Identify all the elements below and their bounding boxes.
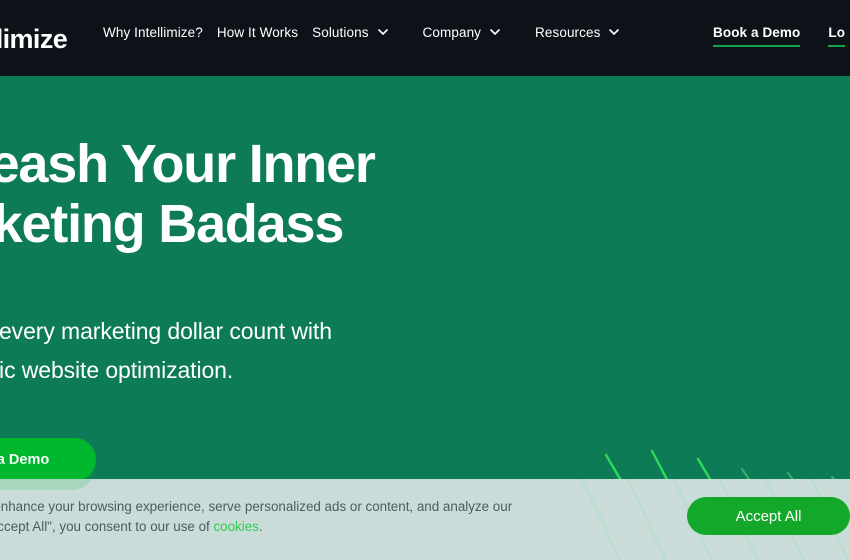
accept-all-button[interactable]: Accept All xyxy=(687,497,850,535)
cookie-text-line-1: ookies to enhance your browsing experien… xyxy=(0,499,513,514)
chevron-down-icon xyxy=(377,27,388,36)
decorative-green-streaks xyxy=(604,449,836,479)
top-navigation-bar: tellimize Why Intellimize? How It Works … xyxy=(0,0,850,76)
nav-login-link[interactable]: Lo xyxy=(828,25,846,47)
nav-item-label: Solutions xyxy=(312,25,369,40)
cookies-policy-link[interactable]: cookies xyxy=(213,519,258,534)
nav-item-label: Why Intellimize? xyxy=(103,25,203,40)
cookie-text-line-2: clicking "Accept All", you consent to ou… xyxy=(0,517,512,537)
hero-subheading-line-2: mic website optimization. xyxy=(0,357,234,383)
chevron-down-icon xyxy=(609,27,620,36)
hero-book-a-demo-button[interactable]: k a Demo xyxy=(0,438,96,479)
page-root: tellimize Why Intellimize? How It Works … xyxy=(0,0,850,560)
nav-item-solutions[interactable]: Solutions xyxy=(312,25,388,40)
cookie-text-line-2-suffix: . xyxy=(258,519,263,534)
nav-item-label: Resources xyxy=(535,25,601,40)
nav-item-how-it-works[interactable]: How It Works xyxy=(217,25,298,40)
nav-item-company[interactable]: Company xyxy=(422,25,500,40)
intellimize-logo[interactable]: tellimize xyxy=(0,24,68,55)
nav-item-why-intellimize[interactable]: Why Intellimize? xyxy=(103,25,203,40)
hero-headline-line-2: arketing Badass xyxy=(0,194,344,254)
chevron-down-icon xyxy=(490,27,500,36)
nav-item-label: How It Works xyxy=(216,25,299,40)
hero-headline: nleash Your Inner arketing Badass xyxy=(0,134,376,254)
nav-links-group: Why Intellimize? How It Works Solutions … xyxy=(103,25,632,40)
hero-subheading-line-1: e every marketing dollar count with xyxy=(0,318,332,344)
cookie-text-line-2-prefix: clicking "Accept All", you consent to ou… xyxy=(0,519,210,534)
hero-headline-line-1: nleash Your Inner xyxy=(0,134,376,194)
nav-item-resources[interactable]: Resources xyxy=(535,25,620,40)
nav-book-a-demo-link[interactable]: Book a Demo xyxy=(713,25,801,47)
nav-actions-group: Book a Demo Lo xyxy=(713,25,846,47)
cookie-consent-text: ookies to enhance your browsing experien… xyxy=(0,497,512,537)
nav-item-label: Company xyxy=(422,25,482,40)
hero-subheading: e every marketing dollar count with mic … xyxy=(0,312,332,390)
hero-section: nleash Your Inner arketing Badass e ever… xyxy=(0,76,850,479)
